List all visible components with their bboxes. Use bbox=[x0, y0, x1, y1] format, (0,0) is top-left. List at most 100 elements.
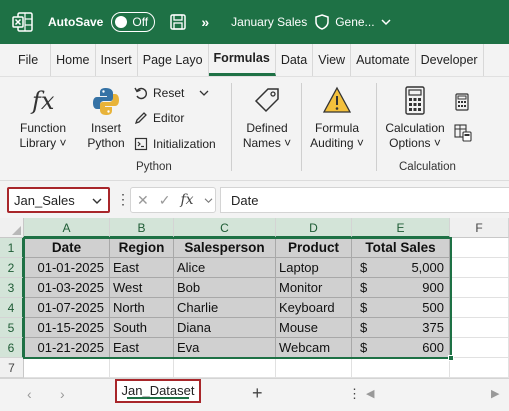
previous-sheet-icon[interactable]: ‹ bbox=[27, 386, 32, 402]
empty-cell[interactable] bbox=[450, 298, 509, 318]
calculate-now-icon[interactable] bbox=[454, 93, 470, 111]
header-cell-date[interactable]: Date bbox=[24, 238, 110, 258]
more-options-icon[interactable]: ⋮ bbox=[116, 191, 130, 208]
date-cell[interactable]: 01-01-2025 bbox=[24, 258, 110, 278]
tab-developer[interactable]: Developer bbox=[416, 44, 484, 76]
sheet-tab-active[interactable]: Jan_Dataset bbox=[115, 379, 201, 403]
empty-cell[interactable] bbox=[174, 358, 276, 378]
calculation-options-button[interactable]: Calculation Options ˅ bbox=[382, 85, 448, 151]
insert-python-button[interactable]: Insert Python bbox=[80, 85, 132, 151]
row-header-2[interactable]: 2 bbox=[0, 258, 24, 278]
salesperson-cell[interactable]: Bob bbox=[174, 278, 276, 298]
name-box-dropdown-icon[interactable] bbox=[92, 197, 102, 205]
header-cell-product[interactable]: Product bbox=[276, 238, 352, 258]
date-cell[interactable]: 01-21-2025 bbox=[24, 338, 110, 358]
tab-automate[interactable]: Automate bbox=[351, 44, 416, 76]
column-header-a[interactable]: A bbox=[24, 218, 110, 238]
function-library-line2: Library ˅ bbox=[19, 136, 67, 150]
sheet-options-icon[interactable]: ⋮ bbox=[348, 386, 361, 402]
salesperson-cell[interactable]: Charlie bbox=[174, 298, 276, 318]
fill-handle[interactable] bbox=[448, 355, 454, 361]
tab-data[interactable]: Data bbox=[276, 44, 314, 76]
date-cell[interactable]: 01-07-2025 bbox=[24, 298, 110, 318]
header-cell-region[interactable]: Region bbox=[110, 238, 174, 258]
save-icon[interactable] bbox=[169, 13, 187, 31]
tab-file[interactable]: File bbox=[0, 44, 52, 76]
product-cell[interactable]: Laptop bbox=[276, 258, 352, 278]
column-header-f[interactable]: F bbox=[450, 218, 509, 238]
scroll-right-icon[interactable]: ▶ bbox=[491, 387, 499, 400]
empty-cell[interactable] bbox=[450, 258, 509, 278]
row-header-5[interactable]: 5 bbox=[0, 318, 24, 338]
name-box[interactable]: Jan_Sales bbox=[7, 187, 110, 213]
total-sales-cell[interactable]: $375 bbox=[352, 318, 450, 338]
insert-function-icon[interactable]: fx bbox=[180, 192, 193, 208]
total-sales-cell[interactable]: $600 bbox=[352, 338, 450, 358]
scroll-left-icon[interactable]: ◀ bbox=[366, 387, 374, 400]
product-cell[interactable]: Webcam bbox=[276, 338, 352, 358]
function-library-button[interactable]: fx Function Library ˅ bbox=[14, 85, 72, 151]
region-cell[interactable]: North bbox=[110, 298, 174, 318]
column-header-d[interactable]: D bbox=[276, 218, 352, 238]
product-cell[interactable]: Mouse bbox=[276, 318, 352, 338]
row-header-7[interactable]: 7 bbox=[0, 358, 24, 378]
row-header-3[interactable]: 3 bbox=[0, 278, 24, 298]
currency-symbol: $ bbox=[360, 340, 368, 355]
tab-insert[interactable]: Insert bbox=[96, 44, 138, 76]
calculation-options-line1: Calculation bbox=[385, 121, 445, 135]
defined-names-button[interactable]: Defined Names ˅ bbox=[240, 85, 294, 151]
empty-cell[interactable] bbox=[352, 358, 450, 378]
autosave-toggle[interactable]: Off bbox=[111, 12, 156, 32]
initialization-button[interactable]: Initialization bbox=[134, 137, 216, 151]
empty-cell[interactable] bbox=[24, 358, 110, 378]
reset-button[interactable]: Reset bbox=[134, 86, 209, 100]
tab-formulas[interactable]: Formulas bbox=[208, 44, 276, 76]
empty-cell[interactable] bbox=[450, 318, 509, 338]
tab-page-layout[interactable]: Page Layo bbox=[138, 44, 209, 76]
add-sheet-button[interactable]: + bbox=[252, 383, 263, 404]
formula-input[interactable]: Date bbox=[220, 187, 509, 213]
enter-icon[interactable]: ✓ bbox=[159, 192, 171, 209]
row-header-4[interactable]: 4 bbox=[0, 298, 24, 318]
column-header-e[interactable]: E bbox=[352, 218, 450, 238]
empty-cell[interactable] bbox=[450, 338, 509, 358]
empty-cell[interactable] bbox=[450, 278, 509, 298]
tab-home[interactable]: Home bbox=[51, 44, 96, 76]
column-header-c[interactable]: C bbox=[174, 218, 276, 238]
salesperson-cell[interactable]: Alice bbox=[174, 258, 276, 278]
row-header-6[interactable]: 6 bbox=[0, 338, 24, 358]
row-header-1[interactable]: 1 bbox=[0, 238, 24, 258]
total-sales-cell[interactable]: $900 bbox=[352, 278, 450, 298]
empty-cell[interactable] bbox=[450, 238, 509, 258]
product-cell[interactable]: Keyboard bbox=[276, 298, 352, 318]
total-sales-cell[interactable]: $500 bbox=[352, 298, 450, 318]
region-cell[interactable]: West bbox=[110, 278, 174, 298]
column-header-b[interactable]: B bbox=[110, 218, 174, 238]
select-all-corner[interactable] bbox=[0, 218, 24, 238]
salesperson-cell[interactable]: Diana bbox=[174, 318, 276, 338]
region-cell[interactable]: South bbox=[110, 318, 174, 338]
formula-chevron-icon[interactable] bbox=[204, 197, 213, 204]
chevron-down-icon[interactable] bbox=[381, 18, 391, 26]
date-cell[interactable]: 01-15-2025 bbox=[24, 318, 110, 338]
region-cell[interactable]: East bbox=[110, 258, 174, 278]
cancel-icon[interactable]: ✕ bbox=[137, 192, 149, 209]
empty-cell[interactable] bbox=[276, 358, 352, 378]
empty-cell[interactable] bbox=[110, 358, 174, 378]
region-cell[interactable]: East bbox=[110, 338, 174, 358]
editor-button[interactable]: Editor bbox=[134, 111, 184, 125]
date-cell[interactable]: 01-03-2025 bbox=[24, 278, 110, 298]
next-sheet-icon[interactable]: › bbox=[60, 386, 65, 402]
empty-cell[interactable] bbox=[450, 358, 509, 378]
calculate-sheet-icon[interactable] bbox=[454, 124, 472, 142]
sensitivity-label[interactable]: Gene... bbox=[335, 15, 374, 29]
more-commands-icon[interactable]: » bbox=[201, 14, 209, 30]
salesperson-cell[interactable]: Eva bbox=[174, 338, 276, 358]
formula-auditing-button[interactable]: Formula Auditing ˅ bbox=[304, 85, 370, 151]
product-cell[interactable]: Monitor bbox=[276, 278, 352, 298]
total-sales-cell[interactable]: $5,000 bbox=[352, 258, 450, 278]
header-cell-salesperson[interactable]: Salesperson bbox=[174, 238, 276, 258]
header-cell-total-sales[interactable]: Total Sales bbox=[352, 238, 450, 258]
tab-view[interactable]: View bbox=[313, 44, 352, 76]
document-title[interactable]: January Sales bbox=[231, 15, 307, 29]
